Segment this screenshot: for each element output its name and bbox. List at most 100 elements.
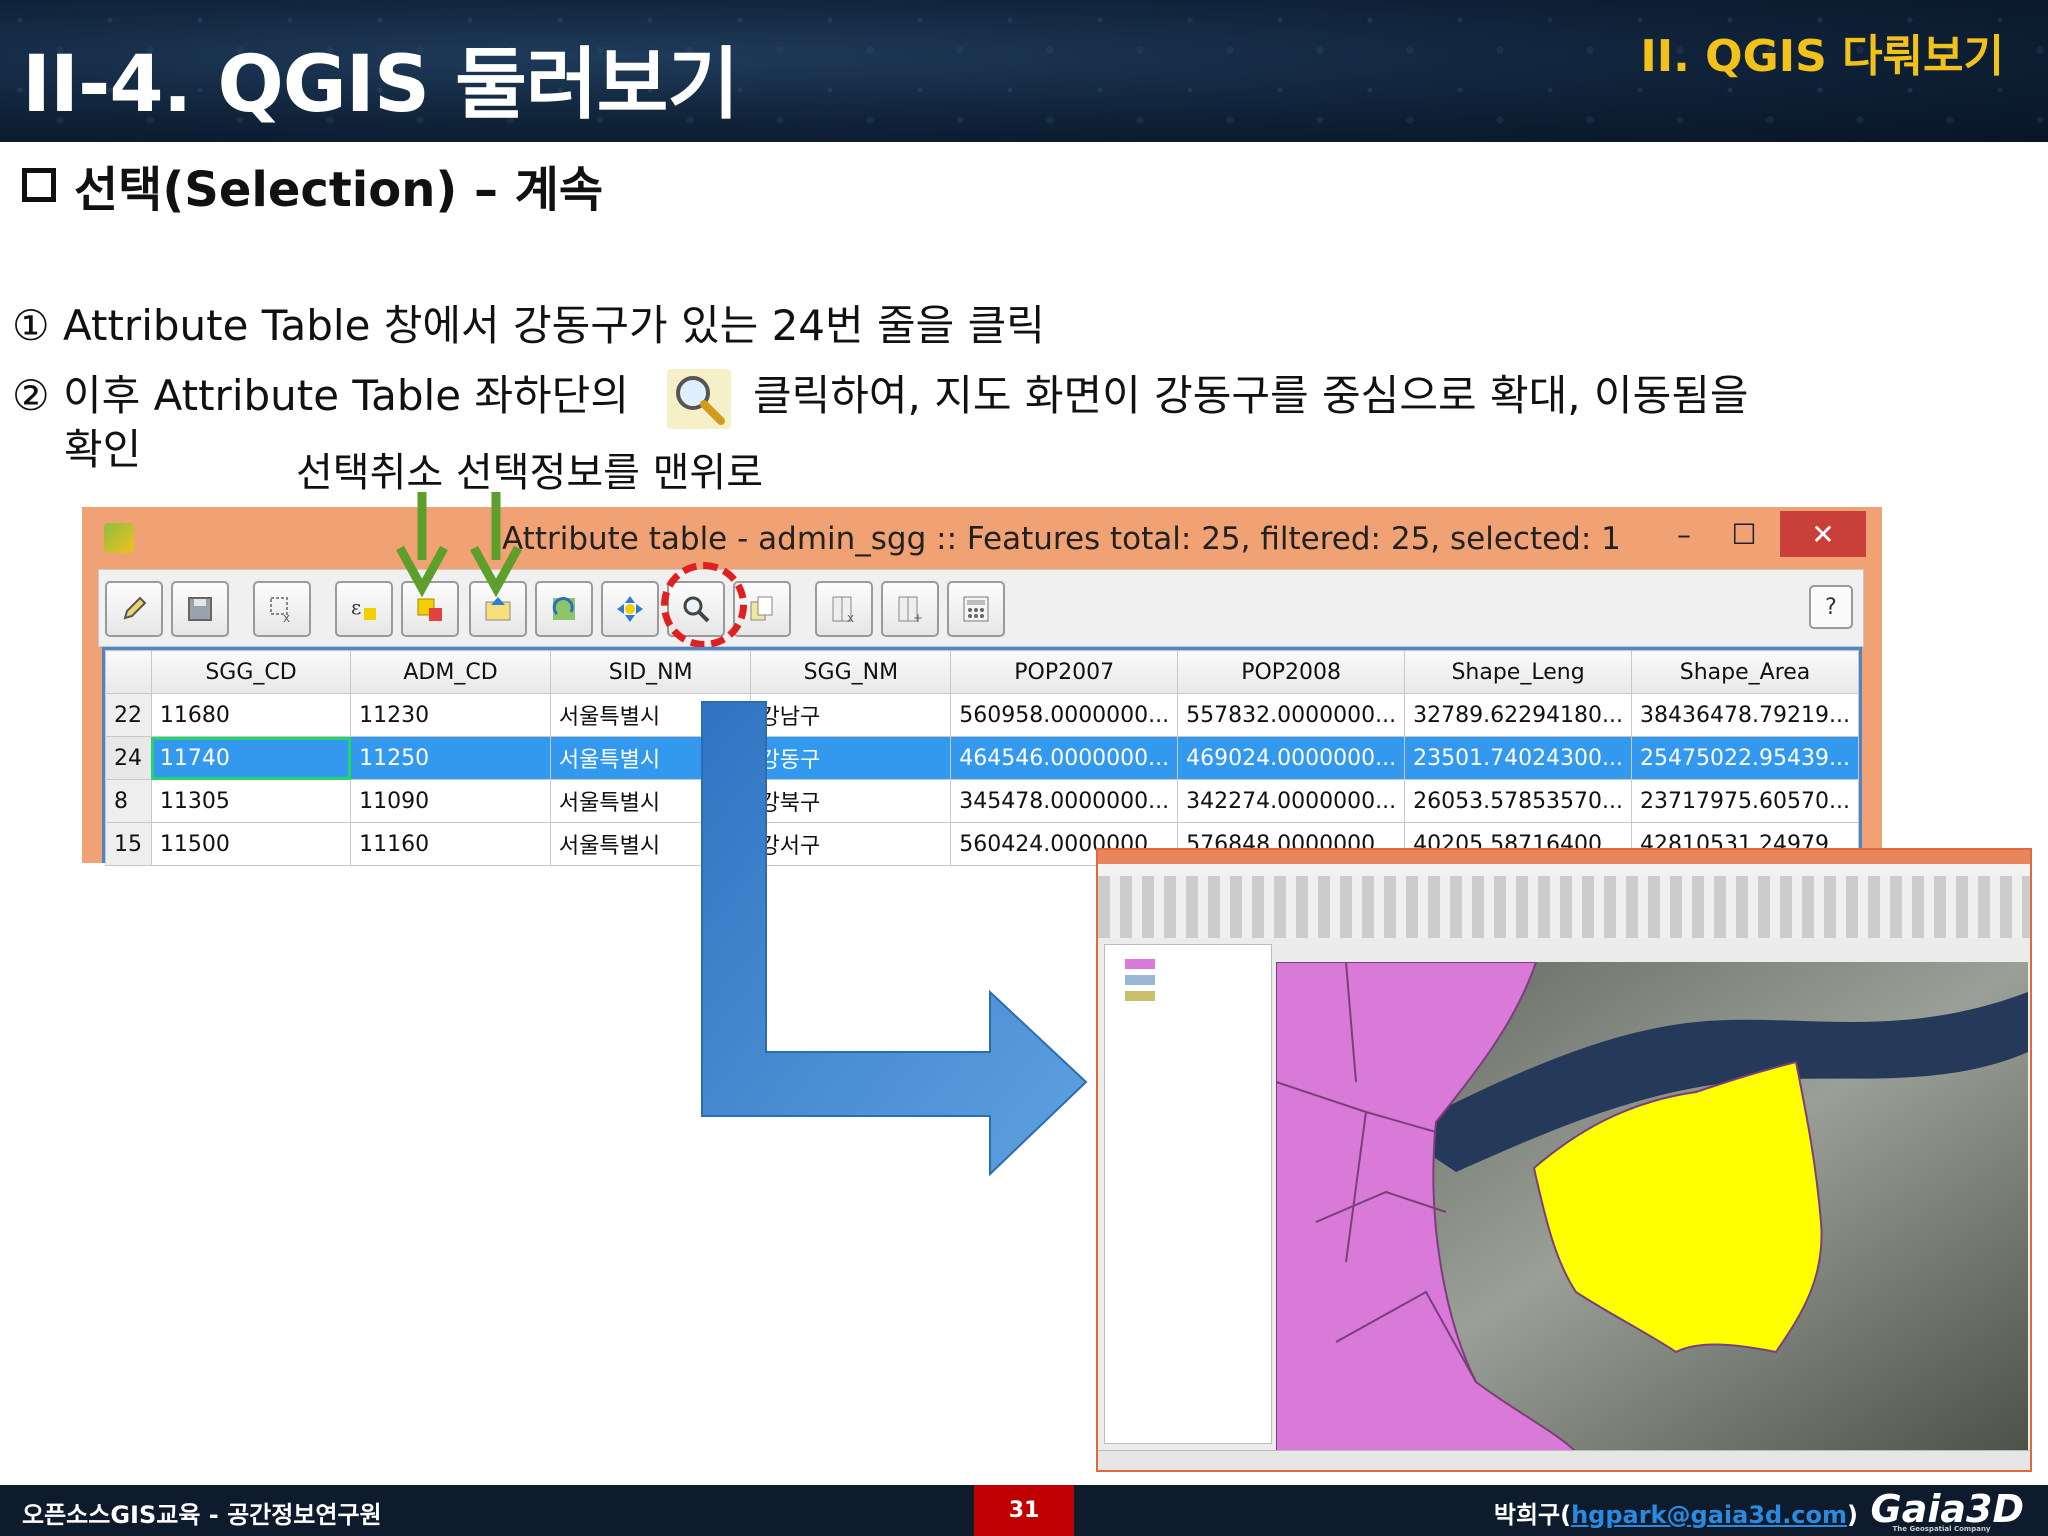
author-close: )	[1847, 1501, 1858, 1529]
table-cell[interactable]: 26053.57853570...	[1404, 779, 1633, 823]
delete-selected-button[interactable]: x	[253, 581, 311, 637]
qgis-main-window	[1096, 848, 2032, 1472]
table-cell[interactable]: 11250	[350, 736, 551, 780]
table-cell[interactable]: 강남구	[750, 693, 952, 737]
subheading: 선택(Selection) – 계속	[22, 150, 603, 220]
table-cell[interactable]: 서울특별시	[549, 822, 752, 866]
attribute-grid: SGG_CD ADM_CD SID_NM SGG_NM POP2007 POP2…	[102, 647, 1862, 866]
minimize-button[interactable]: –	[1656, 511, 1712, 557]
column-header[interactable]: POP2008	[1177, 650, 1406, 694]
column-header[interactable]: Shape_Leng	[1404, 650, 1633, 694]
attribute-table-window: Attribute table - admin_sgg :: Features …	[82, 507, 1882, 866]
slide-title: II-4. QGIS 둘러보기	[22, 40, 739, 130]
map-canvas[interactable]	[1276, 962, 2028, 1452]
table-cell[interactable]: 11680	[150, 693, 352, 737]
corner-cell[interactable]	[105, 650, 152, 694]
close-button[interactable]: ✕	[1780, 511, 1866, 557]
table-cell[interactable]: 11305	[150, 779, 352, 823]
pencil-icon	[123, 596, 147, 620]
deselect-all-button[interactable]	[401, 581, 459, 637]
help-button[interactable]: ?	[1809, 585, 1853, 629]
zoom-to-selection-icon	[666, 368, 731, 429]
gaia3d-logo: Gaia3D The Geospatial Company	[1871, 1487, 2024, 1533]
new-column-button[interactable]: +	[881, 581, 939, 637]
pan-to-selection-button[interactable]	[601, 581, 659, 637]
page-number: 31	[974, 1485, 1074, 1536]
move-selection-to-top-button[interactable]	[469, 581, 527, 637]
pan-map-icon	[617, 596, 643, 622]
step-2-line: ② 이후 Attribute Table 좌하단의 클릭하여, 지도 화면이 강…	[12, 362, 1749, 429]
qgis-titlebar	[1098, 850, 2030, 864]
save-icon	[188, 597, 212, 621]
svg-text:ε: ε	[351, 595, 361, 619]
table-cell[interactable]: 23501.74024300...	[1404, 736, 1633, 780]
step-2-text-after: 클릭하여, 지도 화면이 강동구를 중심으로 확대, 이동됨을	[752, 371, 1749, 420]
select-by-expression-button[interactable]: ε	[335, 581, 393, 637]
table-cell[interactable]: 11090	[350, 779, 551, 823]
row-number[interactable]: 8	[105, 779, 152, 823]
column-header[interactable]: SGG_NM	[750, 650, 952, 694]
qgis-toolbars	[1098, 876, 2030, 938]
delete-column-button[interactable]: x	[815, 581, 873, 637]
table-cell[interactable]: 서울특별시	[549, 693, 752, 737]
maximize-button[interactable]: ☐	[1716, 511, 1772, 557]
table-cell[interactable]: 강서구	[750, 822, 952, 866]
table-cell[interactable]: 38436478.79219...	[1631, 693, 1859, 737]
slide-footer: 오픈소스GIS교육 - 공간정보연구원 31 박희구(hgpark@gaia3d…	[0, 1485, 2048, 1536]
table-row-selected[interactable]: 24 11740 11250 서울특별시 강동구 464546.0000000.…	[105, 736, 1859, 780]
table-cell[interactable]: 32789.62294180...	[1404, 693, 1633, 737]
subheading-text: 선택(Selection) – 계속	[74, 162, 604, 218]
map-rendering	[1276, 962, 2028, 1452]
checkbox-bullet-icon	[22, 168, 56, 202]
table-cell[interactable]: 25475022.95439...	[1631, 736, 1859, 780]
column-header[interactable]: POP2007	[950, 650, 1179, 694]
zoom-button-highlight-ring	[661, 562, 747, 648]
row-number[interactable]: 15	[105, 822, 152, 866]
table-cell[interactable]: 557832.0000000...	[1177, 693, 1406, 737]
table-cell[interactable]: 서울특별시	[549, 736, 752, 780]
table-cell[interactable]: 11500	[150, 822, 352, 866]
invert-selection-button[interactable]	[535, 581, 593, 637]
step-2-text-before: ② 이후 Attribute Table 좌하단의	[12, 371, 629, 420]
row-number[interactable]: 22	[105, 693, 152, 737]
table-cell[interactable]: 서울특별시	[549, 779, 752, 823]
table-row[interactable]: 22 11680 11230 서울특별시 강남구 560958.0000000.…	[105, 693, 1859, 737]
table-cell[interactable]: 강북구	[750, 779, 952, 823]
qgis-app-icon	[104, 523, 134, 553]
table-cell[interactable]: 23717975.60570...	[1631, 779, 1859, 823]
table-cell[interactable]: 560958.0000000...	[950, 693, 1179, 737]
column-header[interactable]: SGG_CD	[150, 650, 352, 694]
table-cell[interactable]: 342274.0000000...	[1177, 779, 1406, 823]
expression-icon: ε	[351, 595, 376, 620]
footer-organization: 오픈소스GIS교육 - 공간정보연구원	[22, 1501, 382, 1529]
save-edits-button[interactable]	[171, 581, 229, 637]
qgis-menubar	[1098, 864, 2030, 876]
table-cell[interactable]: 11160	[350, 822, 551, 866]
new-column-icon: +	[898, 596, 923, 624]
invert-selection-icon	[552, 596, 575, 620]
table-cell[interactable]: 강동구	[750, 736, 952, 780]
table-cell[interactable]: 469024.0000000...	[1177, 736, 1406, 780]
layer-admin-emd[interactable]	[1125, 975, 1155, 985]
table-cell[interactable]: 345478.0000000...	[950, 779, 1179, 823]
table-row[interactable]: 8 11305 11090 서울특별시 강북구 345478.0000000..…	[105, 779, 1859, 823]
table-cell[interactable]: 464546.0000000...	[950, 736, 1179, 780]
author-email-link[interactable]: hgpark@gaia3d.com	[1571, 1501, 1847, 1529]
window-title: Attribute table - admin_sgg :: Features …	[502, 521, 1621, 557]
toggle-editing-button[interactable]	[105, 581, 163, 637]
table-cell-focused[interactable]: 11740	[150, 736, 352, 780]
copy-icon	[750, 596, 773, 621]
move-to-top-icon	[485, 597, 511, 621]
column-header[interactable]: SID_NM	[549, 650, 752, 694]
column-header[interactable]: ADM_CD	[350, 650, 551, 694]
layer-admin-sgg[interactable]	[1125, 959, 1155, 969]
layer-landsat[interactable]	[1125, 991, 1155, 1001]
toolbar-annotation: 선택취소 선택정보를 맨위로	[296, 450, 764, 496]
row-number[interactable]: 24	[105, 736, 152, 780]
step-2-continuation: 확인	[64, 425, 142, 474]
table-cell[interactable]: 11230	[350, 693, 551, 737]
column-header[interactable]: Shape_Area	[1631, 650, 1859, 694]
field-calculator-button[interactable]	[947, 581, 1005, 637]
calculator-icon	[963, 596, 989, 622]
attribute-table: SGG_CD ADM_CD SID_NM SGG_NM POP2007 POP2…	[105, 650, 1859, 866]
